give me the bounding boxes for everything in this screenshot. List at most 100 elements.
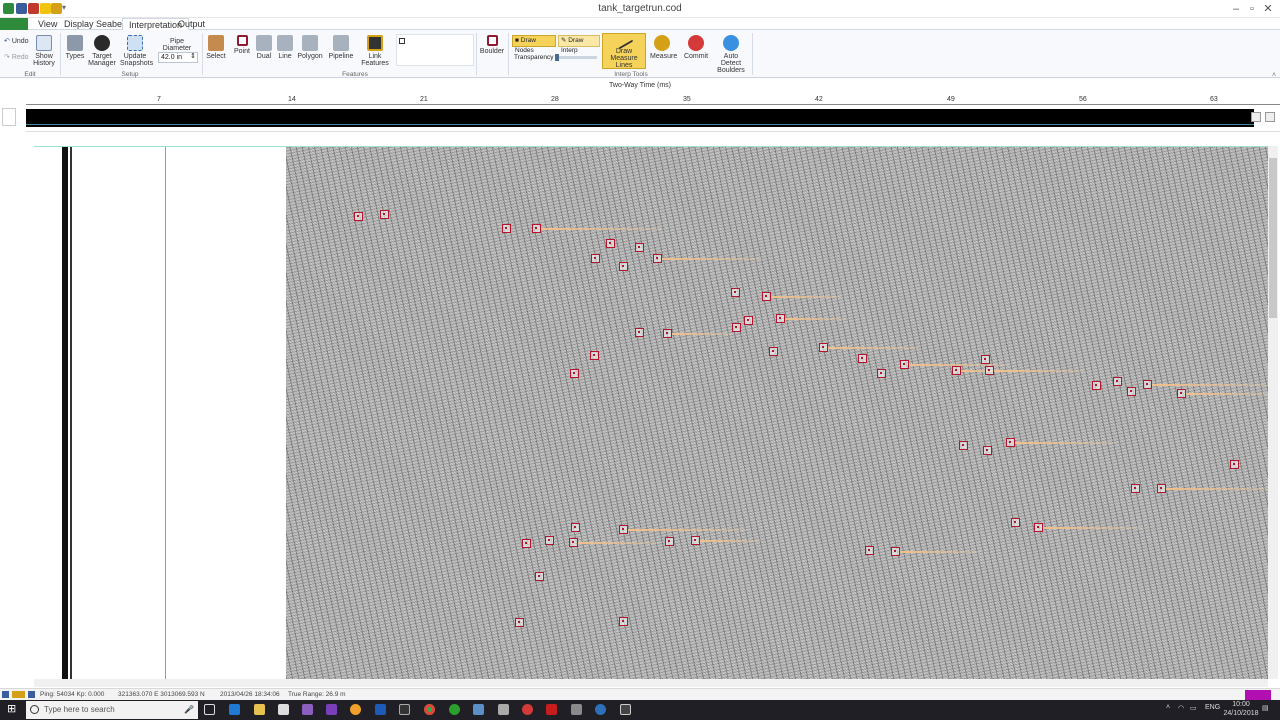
target-marker[interactable] [1034, 523, 1043, 532]
app-icon-grey[interactable] [498, 704, 509, 715]
target-marker[interactable] [865, 546, 874, 555]
target-marker[interactable] [1127, 387, 1136, 396]
wifi-icon[interactable]: ◠ [1178, 704, 1184, 712]
tab-output[interactable]: Output [172, 18, 211, 30]
vertical-scrollbar[interactable] [1268, 146, 1278, 679]
firefox-icon[interactable] [350, 704, 361, 715]
measure-line[interactable] [1015, 442, 1115, 444]
close-icon[interactable]: ✕ [1261, 2, 1275, 16]
store-icon[interactable] [278, 704, 289, 715]
clock-app-icon[interactable] [449, 704, 460, 715]
app-icon-purple[interactable] [302, 704, 313, 715]
target-marker[interactable] [606, 239, 615, 248]
measure-line[interactable] [1152, 384, 1268, 386]
target-marker[interactable] [570, 369, 579, 378]
select-button[interactable]: Select [205, 35, 227, 60]
sonar-app-icon[interactable] [595, 704, 606, 715]
app-icon-blue[interactable] [473, 704, 484, 715]
target-marker[interactable] [619, 617, 628, 626]
tray-chevron-icon[interactable]: ˄ [1166, 704, 1170, 711]
measure-line[interactable] [578, 542, 658, 544]
measure-line[interactable] [541, 228, 661, 230]
target-marker[interactable] [744, 316, 753, 325]
minimize-icon[interactable]: – [1229, 2, 1243, 16]
measure-line[interactable] [785, 318, 845, 320]
microphone-icon[interactable]: 🎤 [184, 705, 194, 714]
target-marker[interactable] [354, 212, 363, 221]
target-marker[interactable] [877, 369, 886, 378]
target-marker[interactable] [981, 355, 990, 364]
windows-start-icon[interactable]: ⊞ [7, 704, 18, 715]
target-marker[interactable] [515, 618, 524, 627]
feature-preview-box[interactable] [396, 34, 474, 66]
target-marker[interactable] [732, 323, 741, 332]
battery-icon[interactable]: ▭ [1190, 704, 1197, 712]
measure-line[interactable] [900, 551, 980, 553]
clock-date[interactable]: 24/10/2018 [1222, 710, 1260, 717]
boulder-button[interactable]: Boulder [479, 35, 505, 55]
lang-indicator[interactable]: ENG [1205, 704, 1220, 711]
redo-button[interactable]: ↷ Redo [4, 54, 29, 61]
draw-nodes-button[interactable]: ■ Draw Nodes [512, 35, 556, 54]
measure-line[interactable] [994, 370, 1084, 372]
measure-line[interactable] [1166, 488, 1268, 490]
undo-button[interactable]: ↶ Undo [4, 38, 29, 45]
app-icon-red[interactable] [522, 704, 533, 715]
collapse-ribbon-icon[interactable]: ˄ [1272, 72, 1276, 79]
types-button[interactable]: Types [64, 35, 86, 60]
target-marker[interactable] [665, 537, 674, 546]
show-history-button[interactable]: Show History [32, 35, 56, 67]
target-marker[interactable] [619, 525, 628, 534]
target-marker[interactable] [635, 243, 644, 252]
slider-thumb[interactable] [555, 54, 559, 61]
target-marker[interactable] [731, 288, 740, 297]
line-button[interactable]: Line [276, 35, 294, 60]
target-marker[interactable] [891, 547, 900, 556]
target-marker[interactable] [1157, 484, 1166, 493]
target-marker[interactable] [858, 354, 867, 363]
acrobat-icon[interactable] [546, 704, 557, 715]
target-marker[interactable] [635, 328, 644, 337]
target-marker[interactable] [819, 343, 828, 352]
target-marker[interactable] [776, 314, 785, 323]
target-marker[interactable] [619, 262, 628, 271]
maximize-icon[interactable]: ▫ [1245, 2, 1259, 16]
auto-detect-boulders-button[interactable]: Auto Detect Boulders [714, 35, 748, 74]
measure-line[interactable] [628, 529, 748, 531]
file-tab[interactable] [0, 18, 28, 30]
target-marker[interactable] [691, 536, 700, 545]
edge-icon[interactable] [229, 704, 240, 715]
play-forward-icon[interactable] [28, 691, 35, 698]
splitter[interactable] [26, 131, 1280, 132]
target-manager-button[interactable]: Target Manager [88, 35, 116, 67]
target-marker[interactable] [1230, 460, 1239, 469]
target-marker[interactable] [1131, 484, 1140, 493]
measure-line[interactable] [662, 258, 762, 260]
transparency-slider[interactable] [555, 54, 597, 61]
visual-studio-icon[interactable] [326, 704, 337, 715]
point-button[interactable]: Point [232, 35, 252, 55]
measure-line[interactable] [1186, 393, 1268, 395]
target-marker[interactable] [571, 523, 580, 532]
measure-line[interactable] [672, 333, 732, 335]
app-icon-dark[interactable] [571, 704, 582, 715]
target-marker[interactable] [502, 224, 511, 233]
target-marker[interactable] [1092, 381, 1101, 390]
chrome-icon[interactable] [424, 704, 435, 715]
target-marker[interactable] [663, 329, 672, 338]
horizontal-scrollbar[interactable] [34, 679, 1268, 687]
target-marker[interactable] [769, 347, 778, 356]
target-marker[interactable] [959, 441, 968, 450]
target-marker[interactable] [1177, 389, 1186, 398]
draw-measure-lines-button[interactable]: Draw Measure Lines [602, 32, 646, 69]
target-marker[interactable] [653, 254, 662, 263]
target-marker[interactable] [900, 360, 909, 369]
target-marker[interactable] [590, 351, 599, 360]
measure-line[interactable] [771, 296, 841, 298]
measure-button[interactable]: Measure [650, 35, 677, 60]
settings-icon[interactable] [1265, 112, 1275, 122]
target-marker[interactable] [1011, 518, 1020, 527]
polygon-button[interactable]: Polygon [297, 35, 323, 60]
target-marker[interactable] [591, 254, 600, 263]
cmd-icon[interactable] [620, 704, 631, 715]
